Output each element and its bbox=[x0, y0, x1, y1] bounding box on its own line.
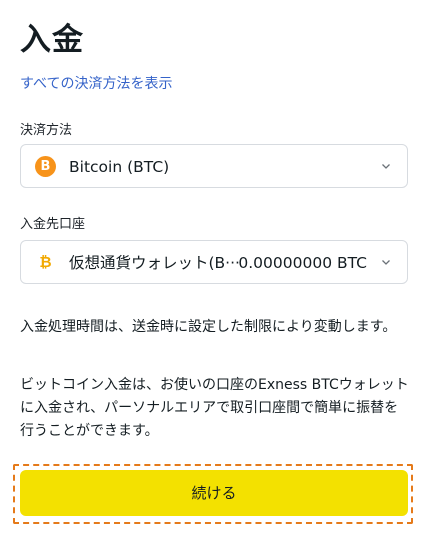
bitcoin-icon: ₿ bbox=[39, 253, 52, 271]
payment-method-label: 決済方法 bbox=[20, 123, 73, 138]
deposit-account-label: 入金先口座 bbox=[20, 217, 86, 232]
chevron-down-icon bbox=[382, 164, 390, 169]
page-title: 入金 bbox=[20, 22, 84, 58]
chevron-down-icon bbox=[382, 260, 390, 265]
btc-wallet-note: ビットコイン入金は、お使いの口座のExness BTCウォレットに入金され、パー… bbox=[20, 377, 409, 439]
processing-time-note: 入金処理時間は、送金時に設定した制限により変動します。 bbox=[20, 319, 397, 335]
account-balance: 0.00000000 BTC bbox=[238, 254, 367, 272]
deposit-account-select[interactable]: ₿ 仮想通貨ウォレット(B··· 0.00000000 BTC bbox=[20, 240, 408, 284]
payment-method-select[interactable]: B Bitcoin (BTC) bbox=[20, 144, 408, 188]
deposit-account-value: 仮想通貨ウォレット(B··· bbox=[69, 254, 240, 272]
payment-method-value: Bitcoin (BTC) bbox=[69, 158, 170, 176]
bitcoin-icon: B bbox=[35, 156, 56, 177]
deposit-page: 入金 すべての決済方法を表示 決済方法 B Bitcoin (BTC) 入金先口… bbox=[0, 0, 426, 544]
continue-button[interactable]: 続ける bbox=[20, 470, 408, 516]
all-payment-methods-link[interactable]: すべての決済方法を表示 bbox=[20, 74, 172, 94]
